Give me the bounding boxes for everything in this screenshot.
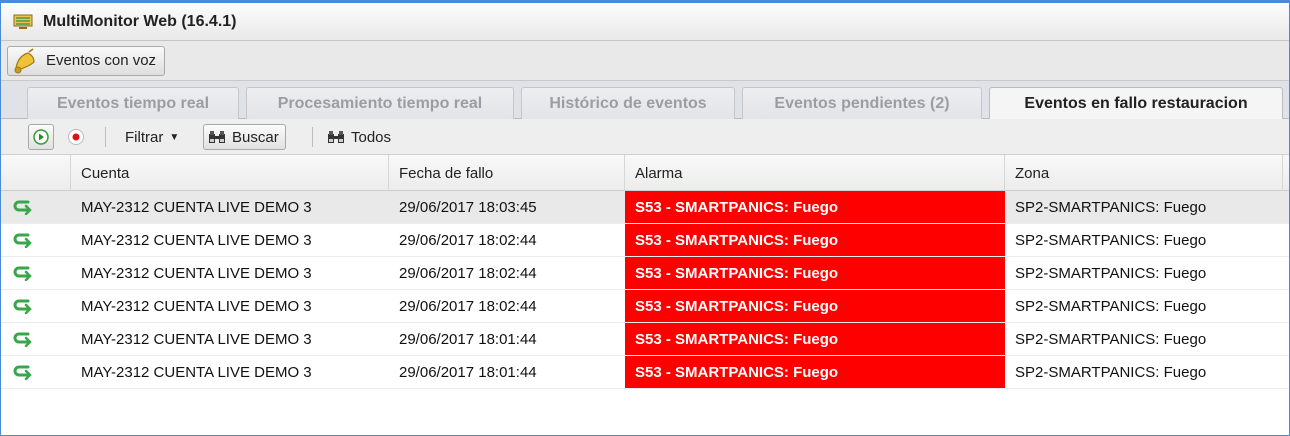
table-row[interactable]: MAY-2312 CUENTA LIVE DEMO 3 29/06/2017 1… [1, 257, 1289, 290]
cell-alarma: S53 - SMARTPANICS: Fuego [625, 356, 1005, 388]
cell-fecha: 29/06/2017 18:02:44 [399, 264, 537, 282]
table-row[interactable]: MAY-2312 CUENTA LIVE DEMO 3 29/06/2017 1… [1, 191, 1289, 224]
voice-events-button[interactable]: Eventos con voz [7, 45, 166, 76]
cell-zona: SP2-SMARTPANICS: Fuego [1015, 198, 1207, 216]
table-row[interactable]: MAY-2312 CUENTA LIVE DEMO 3 29/06/2017 1… [1, 323, 1289, 356]
cell-zona: SP2-SMARTPANICS: Fuego [1015, 297, 1207, 315]
cell-alarma: S53 - SMARTPANICS: Fuego [625, 323, 1005, 355]
stop-button[interactable] [67, 124, 85, 150]
cell-cuenta: MAY-2312 CUENTA LIVE DEMO 3 [81, 264, 312, 282]
play-icon [33, 129, 49, 145]
tab-event-history[interactable]: Histórico de eventos [521, 87, 735, 119]
stop-icon [68, 129, 84, 145]
binoculars-icon [328, 131, 344, 143]
cell-alarma: S53 - SMARTPANICS: Fuego [625, 191, 1005, 223]
voice-events-label: Eventos con voz [46, 52, 157, 69]
cell-cuenta: MAY-2312 CUENTA LIVE DEMO 3 [81, 363, 312, 381]
cell-zona: SP2-SMARTPANICS: Fuego [1015, 264, 1207, 282]
restore-arrow-icon [13, 224, 53, 256]
search-button[interactable]: Buscar [203, 124, 286, 150]
cell-cuenta: MAY-2312 CUENTA LIVE DEMO 3 [81, 198, 312, 216]
tab-label: Histórico de eventos [549, 94, 707, 112]
grid-body: MAY-2312 CUENTA LIVE DEMO 3 29/06/2017 1… [1, 191, 1289, 389]
cell-fecha: 29/06/2017 18:02:44 [399, 231, 537, 249]
table-row[interactable]: MAY-2312 CUENTA LIVE DEMO 3 29/06/2017 1… [1, 290, 1289, 323]
cell-fecha: 29/06/2017 18:02:44 [399, 297, 537, 315]
restore-arrow-icon [13, 257, 53, 289]
restore-arrow-icon [13, 290, 53, 322]
cell-cuenta: MAY-2312 CUENTA LIVE DEMO 3 [81, 297, 312, 315]
filter-menu-button[interactable]: Filtrar ▼ [125, 124, 179, 150]
tab-label: Eventos pendientes (2) [774, 94, 950, 112]
restore-arrow-icon [13, 323, 53, 355]
monitor-app-icon [13, 14, 33, 29]
app-window: MultiMonitor Web (16.4.1) Eventos con vo… [0, 0, 1290, 436]
grid-header: Cuenta Fecha de fallo Alarma Zona [1, 155, 1289, 191]
tab-label: Procesamiento tiempo real [277, 94, 483, 112]
cell-zona: SP2-SMARTPANICS: Fuego [1015, 231, 1207, 249]
bell-icon [14, 47, 35, 73]
column-header-label: Fecha de fallo [399, 164, 494, 182]
window-title: MultiMonitor Web (16.4.1) [43, 12, 237, 30]
cell-fecha: 29/06/2017 18:01:44 [399, 363, 537, 381]
tab-label: Eventos tiempo real [56, 94, 210, 112]
cell-alarma: S53 - SMARTPANICS: Fuego [625, 257, 1005, 289]
filter-label: Filtrar [125, 128, 164, 146]
cell-fecha: 29/06/2017 18:01:44 [399, 330, 537, 348]
binoculars-icon [209, 131, 225, 143]
cell-cuenta: MAY-2312 CUENTA LIVE DEMO 3 [81, 330, 312, 348]
column-header-fecha[interactable]: Fecha de fallo [389, 155, 625, 191]
restore-arrow-icon [13, 356, 53, 388]
cell-fecha: 29/06/2017 18:03:45 [399, 198, 537, 216]
column-header-label: Zona [1015, 164, 1050, 182]
grid-toolbar: Filtrar ▼ Buscar Todos [1, 119, 1289, 155]
table-row[interactable]: MAY-2312 CUENTA LIVE DEMO 3 29/06/2017 1… [1, 356, 1289, 389]
column-header-label: Cuenta [81, 164, 130, 182]
show-all-label: Todos [351, 128, 392, 146]
play-button[interactable] [28, 124, 54, 150]
chevron-down-icon: ▼ [169, 131, 180, 143]
tab-bar: Eventos tiempo real Procesamiento tiempo… [1, 81, 1289, 120]
cell-zona: SP2-SMARTPANICS: Fuego [1015, 330, 1207, 348]
column-header-cuenta[interactable]: Cuenta [71, 155, 389, 191]
tab-restore-failure-events[interactable]: Eventos en fallo restauracion [989, 87, 1283, 120]
tab-pending-events[interactable]: Eventos pendientes (2) [742, 87, 982, 119]
table-row[interactable]: MAY-2312 CUENTA LIVE DEMO 3 29/06/2017 1… [1, 224, 1289, 257]
toolbar-separator [312, 127, 313, 147]
toolbar-separator [105, 127, 106, 147]
show-all-button[interactable]: Todos [327, 124, 391, 150]
main-toolbar: Eventos con voz [1, 41, 1289, 81]
column-header-label: Alarma [635, 164, 683, 182]
cell-alarma: S53 - SMARTPANICS: Fuego [625, 290, 1005, 322]
column-header-zona[interactable]: Zona [1005, 155, 1283, 191]
tab-realtime-processing[interactable]: Procesamiento tiempo real [246, 87, 514, 119]
restore-arrow-icon [13, 191, 53, 223]
cell-cuenta: MAY-2312 CUENTA LIVE DEMO 3 [81, 231, 312, 249]
title-bar: MultiMonitor Web (16.4.1) [1, 3, 1289, 41]
cell-zona: SP2-SMARTPANICS: Fuego [1015, 363, 1207, 381]
search-label: Buscar [232, 128, 279, 146]
header-icon-column [1, 155, 71, 191]
tab-realtime-events[interactable]: Eventos tiempo real [27, 87, 239, 119]
tab-label: Eventos en fallo restauracion [1024, 95, 1248, 112]
column-header-alarma[interactable]: Alarma [625, 155, 1005, 191]
cell-alarma: S53 - SMARTPANICS: Fuego [625, 224, 1005, 256]
